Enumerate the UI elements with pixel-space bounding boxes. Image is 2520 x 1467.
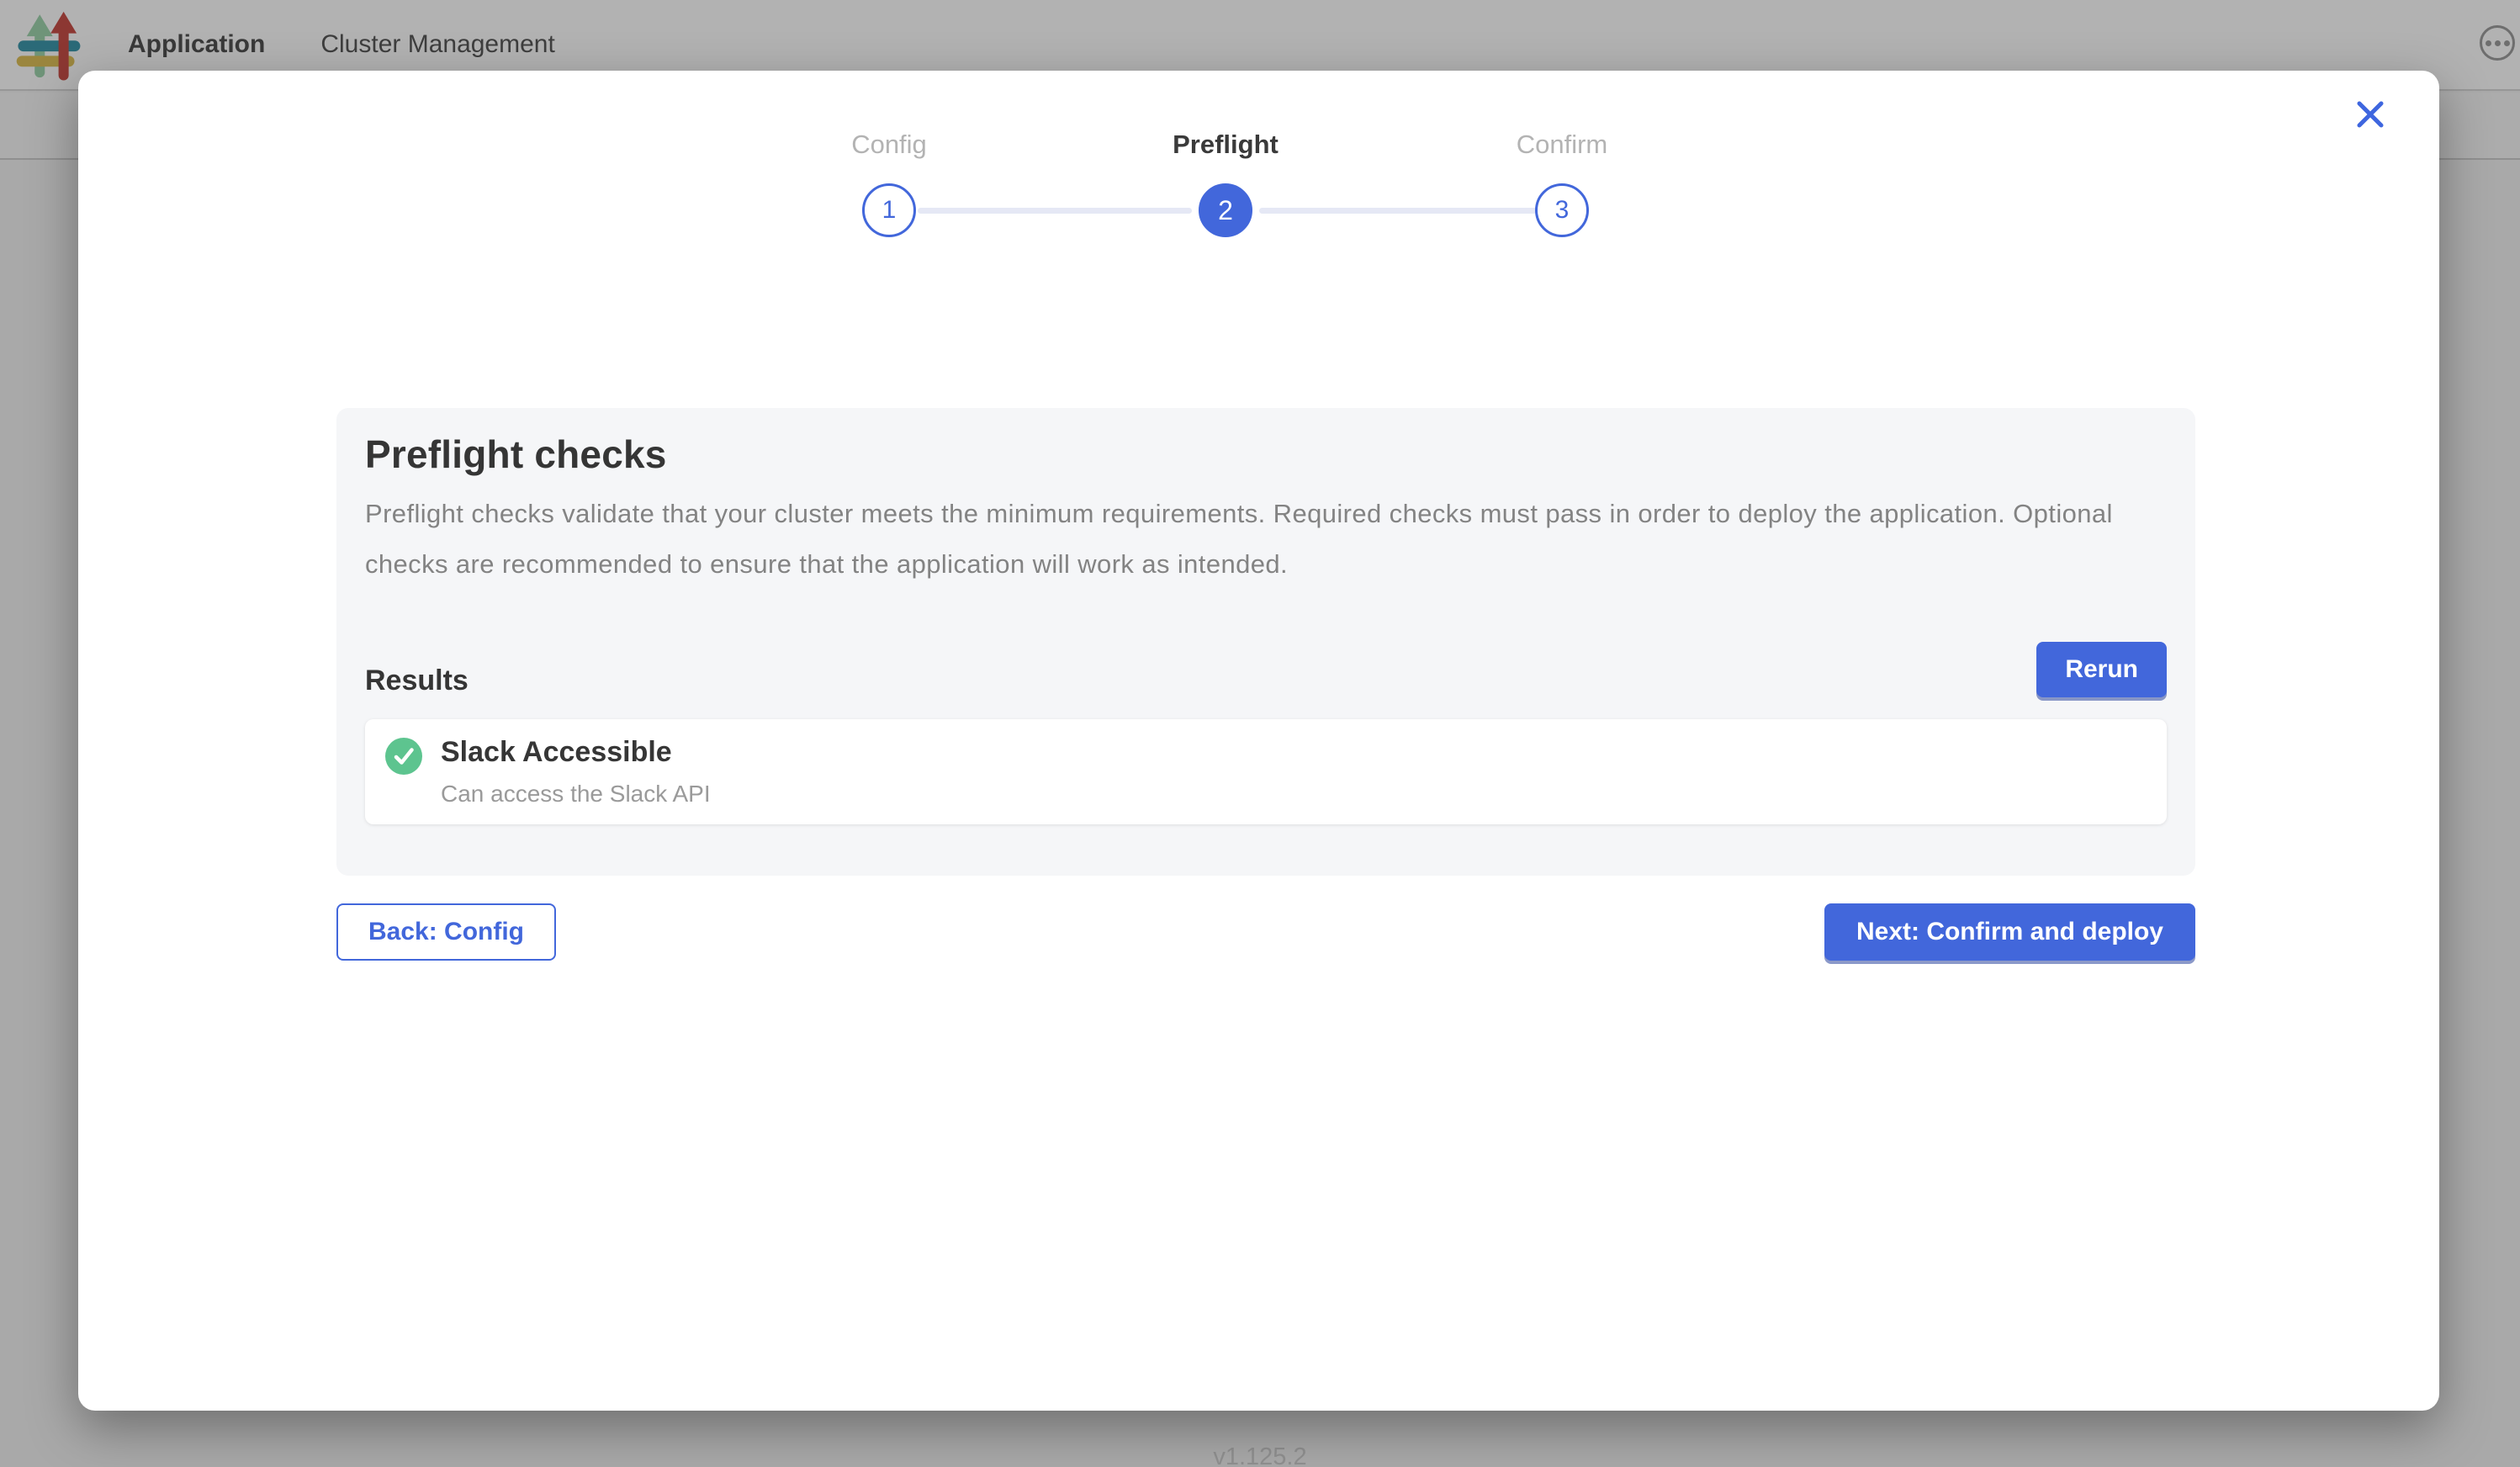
- step-label-confirm: Confirm: [1394, 130, 1730, 160]
- step-circle-preflight[interactable]: 2: [1199, 183, 1252, 237]
- wizard-stepper: Config Preflight Confirm 1 2 3: [721, 130, 1730, 323]
- stepper-connector: [1259, 208, 1537, 214]
- step-circle-confirm[interactable]: 3: [1535, 183, 1589, 237]
- step-label-config: Config: [721, 130, 1057, 160]
- check-detail: Can access the Slack API: [441, 781, 711, 808]
- check-pass-icon: [385, 738, 422, 775]
- stepper-connector: [918, 208, 1192, 214]
- step-circle-config[interactable]: 1: [862, 183, 916, 237]
- back-button[interactable]: Back: Config: [336, 903, 556, 961]
- results-heading: Results: [365, 665, 469, 697]
- check-result-card: Slack Accessible Can access the Slack AP…: [365, 719, 2167, 824]
- panel-description: Preflight checks validate that your clus…: [365, 489, 2167, 590]
- close-icon[interactable]: [2350, 94, 2390, 135]
- step-label-preflight: Preflight: [1057, 130, 1394, 160]
- check-name: Slack Accessible: [441, 736, 711, 769]
- preflight-panel: Preflight checks Preflight checks valida…: [336, 408, 2195, 876]
- panel-title: Preflight checks: [365, 432, 2167, 477]
- preflight-wizard-modal: Config Preflight Confirm 1 2 3 Preflight…: [78, 71, 2439, 1411]
- screen: Application Cluster Management v1.125.2 …: [0, 0, 2520, 1467]
- check-result-text: Slack Accessible Can access the Slack AP…: [441, 736, 711, 808]
- rerun-button[interactable]: Rerun: [2036, 642, 2167, 697]
- next-button[interactable]: Next: Confirm and deploy: [1824, 903, 2195, 961]
- results-row: Results Rerun: [365, 642, 2167, 697]
